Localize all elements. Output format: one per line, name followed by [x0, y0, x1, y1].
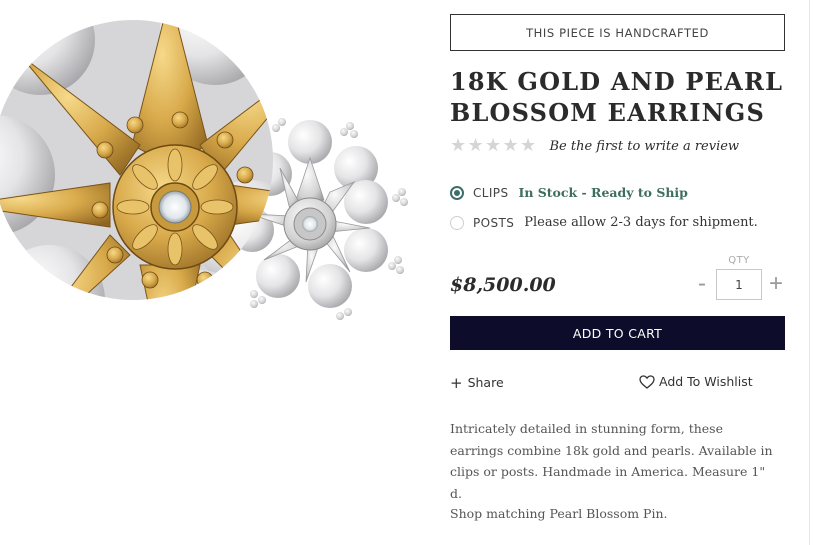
star-rating: ★ ★ ★ ★ ★	[450, 136, 538, 156]
plus-icon: +	[450, 373, 463, 392]
clips-availability: In Stock - Ready to Ship	[518, 185, 688, 200]
handcrafted-badge: THIS PIECE IS HANDCRAFTED	[450, 14, 785, 51]
clips-label: CLIPS	[473, 185, 509, 200]
heart-icon	[639, 374, 655, 389]
quantity-label: QTY	[728, 255, 750, 266]
quantity-increase-button[interactable]: +	[766, 270, 786, 297]
star-icon: ★	[485, 135, 502, 156]
product-title-line-2: BLOSSOM EARRINGS	[450, 98, 766, 127]
page-edge-divider	[809, 0, 810, 545]
posts-availability: Please allow 2-3 days for shipment.	[524, 215, 758, 230]
product-title-line-1: 18K GOLD AND PEARL	[450, 67, 784, 96]
product-image[interactable]	[0, 0, 430, 545]
clips-radio[interactable]	[450, 185, 464, 200]
wishlist-label: Add To Wishlist	[659, 374, 753, 389]
posts-label: POSTS	[473, 215, 515, 230]
earrings-photo	[0, 20, 408, 320]
add-to-cart-button[interactable]: ADD TO CART	[450, 316, 785, 350]
star-icon: ★	[520, 135, 537, 156]
product-title: 18K GOLD AND PEARL BLOSSOM EARRINGS	[450, 66, 800, 128]
star-icon: ★	[450, 135, 467, 156]
option-clips[interactable]: CLIPS In Stock - Ready to Ship	[450, 185, 688, 200]
option-posts[interactable]: POSTS Please allow 2-3 days for shipment…	[450, 215, 758, 230]
quantity-decrease-button[interactable]: -	[693, 270, 711, 297]
handcrafted-badge-text: THIS PIECE IS HANDCRAFTED	[526, 25, 709, 40]
posts-radio[interactable]	[450, 215, 464, 230]
product-price: $8,500.00	[450, 274, 556, 296]
star-icon: ★	[467, 135, 484, 156]
rating-row: ★ ★ ★ ★ ★ Be the first to write a review	[450, 136, 739, 156]
share-label: Share	[467, 375, 504, 390]
product-description: Intricately detailed in stunning form, t…	[450, 421, 773, 501]
share-button[interactable]: + Share	[450, 375, 504, 390]
shop-matching-link[interactable]: Shop matching Pearl Blossom Pin.	[450, 506, 668, 521]
add-to-wishlist-button[interactable]: Add To Wishlist	[639, 374, 753, 389]
star-icon: ★	[502, 135, 519, 156]
quantity-input[interactable]	[716, 269, 762, 300]
write-review-link[interactable]: Be the first to write a review	[550, 139, 740, 154]
